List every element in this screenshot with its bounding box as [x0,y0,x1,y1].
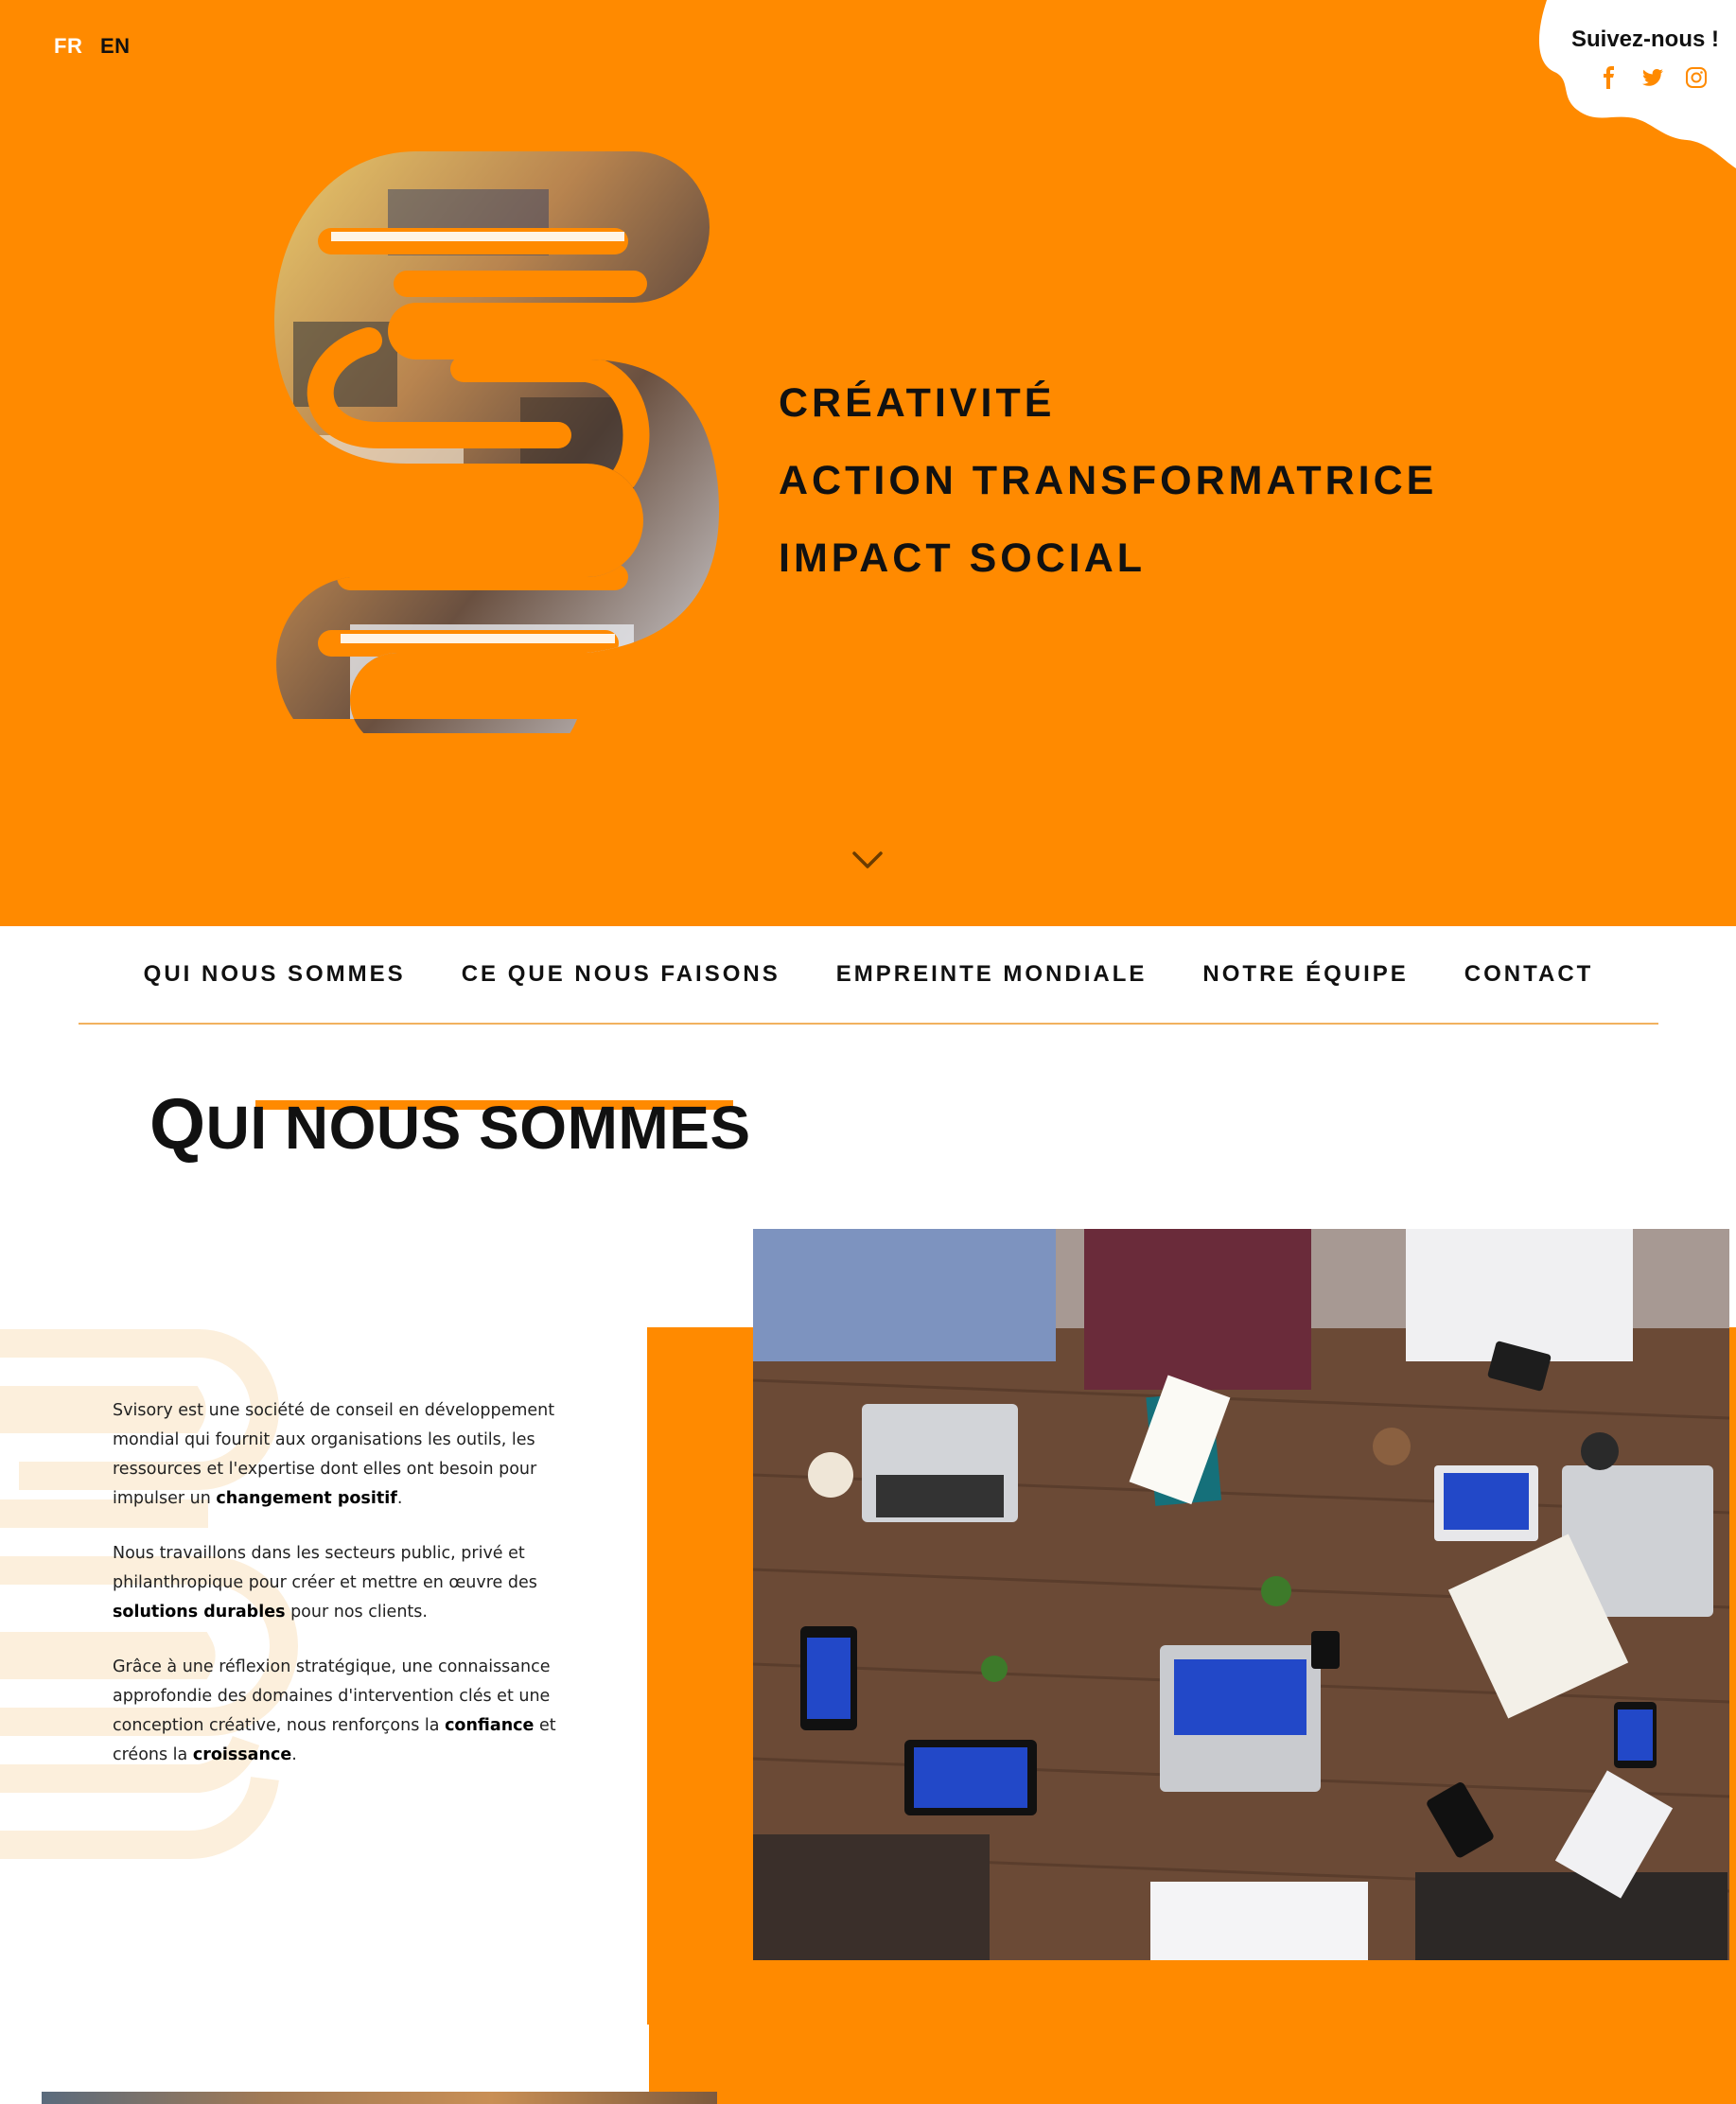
nav-global-footprint[interactable]: EMPREINTE MONDIALE [836,961,1148,988]
next-image-strip [42,2092,717,2104]
nav-contact[interactable]: CONTACT [1464,961,1594,988]
tagline-social-impact: IMPACT SOCIAL [779,535,1147,581]
main-nav: QUI NOUS SOMMES CE QUE NOUS FAISONS EMPR… [79,926,1658,1025]
facebook-icon[interactable] [1598,66,1621,89]
about-paragraph: Nous travaillons dans les secteurs publi… [113,1544,537,1622]
about-text: Svisory est une société de conseil en dé… [113,1396,595,1796]
scroll-down-chevron-icon[interactable] [851,850,884,870]
twitter-icon[interactable] [1641,66,1664,89]
follow-title: Suivez-nous ! [1570,26,1719,52]
section-title-initial: Q [149,1084,206,1165]
section-title-rest: UI NOUS SOMMES [205,1094,751,1162]
instagram-icon[interactable] [1685,66,1708,89]
nav-who-we-are[interactable]: QUI NOUS SOMMES [144,961,406,988]
about-paragraph: Grâce à une réflexion stratégique, une c… [113,1657,556,1764]
language-switcher: FR EN [54,34,142,59]
hero-taglines: CRÉATIVITÉ ACTION TRANSFORMATRICE IMPACT… [779,383,1437,616]
hero-section: FR EN Suivez-nous ! CRÉATIVITÉ ACTION TR… [0,0,1736,926]
brand-s-logo [274,151,719,733]
team-meeting-photo [753,1229,1729,1960]
tagline-transformative-action: ACTION TRANSFORMATRICE [779,458,1438,503]
nav-our-team[interactable]: NOTRE ÉQUIPE [1202,961,1408,988]
social-links [1598,66,1708,89]
social-follow-panel: Suivez-nous ! [1518,0,1736,170]
lang-fr-link[interactable]: FR [54,34,82,58]
nav-what-we-do[interactable]: CE QUE NOUS FAISONS [462,961,780,988]
tagline-creativity: CRÉATIVITÉ [779,380,1056,426]
section-title: QUI NOUS SOMMES [149,1083,751,1166]
about-paragraph: Svisory est une société de conseil en dé… [113,1401,555,1508]
lang-en-link[interactable]: EN [100,34,131,58]
